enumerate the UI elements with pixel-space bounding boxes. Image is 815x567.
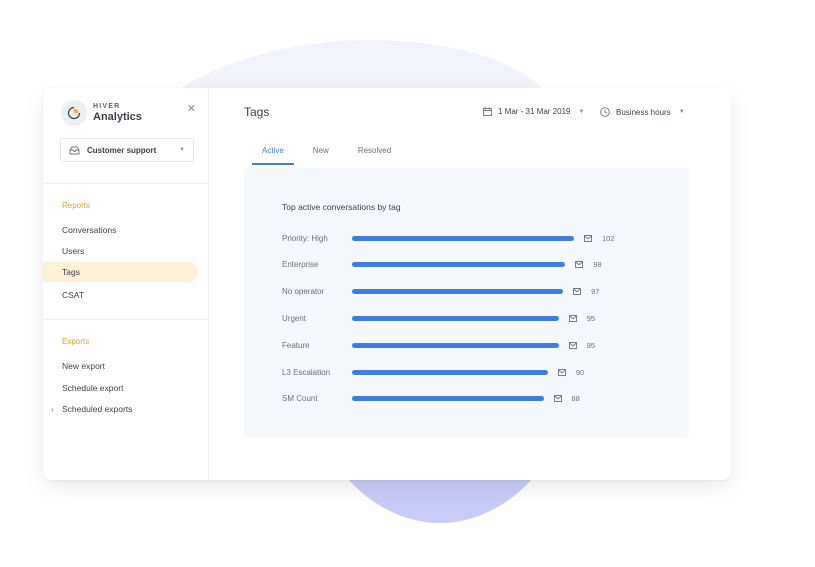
bar-row: Priority: High 102 bbox=[282, 232, 615, 244]
page-title: Tags bbox=[244, 105, 270, 119]
sidebar-item-scheduled-exports[interactable]: › Scheduled exports bbox=[43, 399, 198, 419]
bar-row: Feature 95 bbox=[282, 339, 595, 351]
bar-label: L3 Escalation bbox=[282, 367, 331, 377]
bar-value-number: 90 bbox=[575, 367, 585, 377]
sidebar-item-conversations[interactable]: Conversations bbox=[43, 220, 198, 240]
bar[interactable] bbox=[352, 262, 566, 268]
mail-icon bbox=[575, 261, 588, 269]
brand: HIVER Analytics bbox=[61, 100, 142, 126]
sidebar-item-users[interactable]: Users bbox=[43, 241, 198, 261]
divider bbox=[43, 183, 208, 184]
inbox-select[interactable]: Customer support ▼ bbox=[60, 138, 194, 162]
main-content: Tags 1 Mar - 31 Mar 2019 ▼ Business hour… bbox=[209, 88, 731, 480]
sidebar-item-csat[interactable]: CSAT bbox=[43, 285, 198, 305]
sidebar-item-label: New export bbox=[62, 361, 105, 371]
bar-value: 98 bbox=[575, 260, 602, 270]
chevron-down-icon: ▼ bbox=[678, 109, 685, 115]
bar-value: 88 bbox=[553, 394, 580, 404]
date-range-label: 1 Mar - 31 Mar 2019 bbox=[498, 107, 571, 116]
date-range-filter[interactable]: 1 Mar - 31 Mar 2019 ▼ bbox=[483, 107, 584, 116]
hours-filter[interactable]: Business hours ▼ bbox=[600, 107, 685, 117]
sidebar: HIVER Analytics ✕ Customer support ▼ Rep… bbox=[43, 88, 209, 480]
chevron-right-icon: › bbox=[51, 404, 54, 414]
bar[interactable] bbox=[352, 235, 574, 241]
sidebar-item-label: Users bbox=[62, 246, 85, 256]
bar-row: SM Count 88 bbox=[282, 393, 580, 405]
chevron-down-icon: ▼ bbox=[179, 147, 185, 153]
bar[interactable] bbox=[352, 342, 559, 348]
tab-resolved[interactable]: Resolved bbox=[348, 146, 401, 165]
divider bbox=[43, 319, 208, 320]
bar-label: SM Count bbox=[282, 394, 318, 404]
chart-panel: Top active conversations by tag Priority… bbox=[244, 168, 689, 438]
tab-active[interactable]: Active bbox=[252, 146, 294, 165]
bar-value-number: 88 bbox=[571, 394, 580, 404]
bar-value: 102 bbox=[584, 234, 615, 243]
bar-row: Enterprise 98 bbox=[282, 259, 602, 271]
sidebar-item-label: CSAT bbox=[62, 290, 85, 300]
bar-value-number: 95 bbox=[586, 340, 596, 350]
sidebar-item-tags[interactable]: Tags bbox=[43, 262, 198, 282]
sidebar-item-label: Conversations bbox=[62, 225, 117, 235]
tabs: Active New Resolved bbox=[252, 146, 410, 165]
bar-row: Urgent 95 bbox=[282, 312, 595, 324]
bar-value-number: 102 bbox=[602, 233, 615, 243]
sidebar-item-label: Scheduled exports bbox=[62, 404, 133, 414]
tab-new[interactable]: New bbox=[303, 146, 339, 165]
mail-icon bbox=[553, 395, 567, 403]
bar-value: 97 bbox=[573, 287, 599, 296]
bar-label: Feature bbox=[282, 340, 310, 350]
bar-value-number: 97 bbox=[591, 287, 600, 297]
bar-value-number: 98 bbox=[593, 260, 602, 270]
inbox-select-label: Customer support bbox=[87, 145, 157, 155]
sidebar-item-label: Tags bbox=[62, 267, 80, 277]
bar[interactable] bbox=[352, 396, 544, 402]
clock-icon bbox=[600, 107, 610, 117]
bar[interactable] bbox=[352, 289, 564, 295]
bar-label: Priority: High bbox=[282, 233, 328, 243]
bar-value-number: 95 bbox=[586, 313, 596, 323]
bar-label: Urgent bbox=[282, 313, 307, 323]
close-icon[interactable]: ✕ bbox=[187, 102, 196, 115]
mail-icon bbox=[573, 288, 586, 296]
chevron-down-icon: ▼ bbox=[578, 108, 585, 115]
sidebar-item-label: Schedule export bbox=[62, 383, 124, 393]
chart-title: Top active conversations by tag bbox=[282, 202, 401, 212]
calendar-icon bbox=[483, 107, 492, 116]
mail-icon bbox=[557, 368, 571, 376]
hours-label: Business hours bbox=[616, 107, 671, 117]
bar-value: 90 bbox=[557, 367, 585, 377]
bar-label: Enterprise bbox=[282, 260, 319, 270]
bar-value: 95 bbox=[568, 313, 596, 323]
bar[interactable] bbox=[352, 315, 559, 321]
mail-icon bbox=[568, 341, 582, 349]
reports-section-title: Reports bbox=[62, 201, 91, 210]
mail-icon bbox=[584, 234, 597, 242]
bar-value: 95 bbox=[568, 340, 596, 350]
pie-chart-icon bbox=[61, 100, 87, 126]
bar-row: No operator 97 bbox=[282, 286, 599, 298]
sidebar-item-schedule-export[interactable]: Schedule export bbox=[43, 378, 198, 398]
brand-subtitle: HIVER bbox=[93, 103, 121, 110]
sidebar-item-new-export[interactable]: New export bbox=[43, 356, 198, 376]
bar-row: L3 Escalation 90 bbox=[282, 366, 584, 378]
mail-icon bbox=[568, 314, 582, 322]
exports-section-title: Exports bbox=[62, 337, 90, 346]
bar[interactable] bbox=[352, 369, 548, 375]
bar-label: No operator bbox=[282, 287, 325, 297]
inbox-icon bbox=[69, 146, 80, 154]
brand-title: Analytics bbox=[93, 111, 142, 123]
app-window: HIVER Analytics ✕ Customer support ▼ Rep… bbox=[43, 88, 731, 480]
